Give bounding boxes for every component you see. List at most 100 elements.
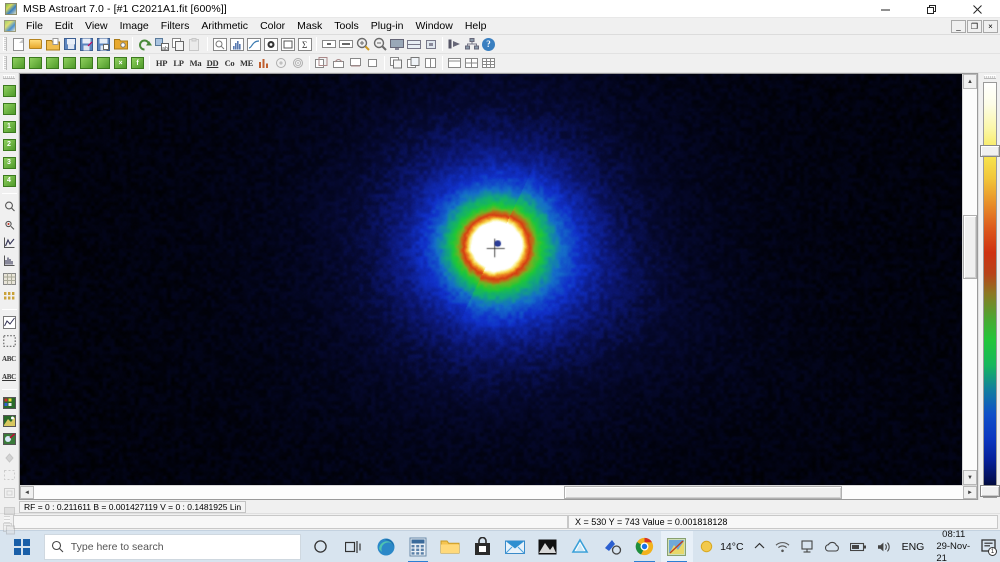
menu-arithmetic[interactable]: Arithmetic bbox=[195, 18, 254, 34]
tool-preset-4-button[interactable]: 4 bbox=[1, 172, 18, 189]
fit-width-icon[interactable] bbox=[320, 36, 337, 53]
taskbar-blue-app[interactable] bbox=[596, 531, 628, 562]
tile-grid-icon[interactable] bbox=[480, 55, 497, 72]
menu-help[interactable]: Help bbox=[459, 18, 493, 34]
color-picker-icon[interactable] bbox=[1, 430, 18, 447]
scroll-right-button[interactable]: ► bbox=[963, 486, 977, 499]
undo-arrow-icon[interactable] bbox=[136, 36, 153, 53]
tool-flip-button[interactable] bbox=[1, 100, 18, 117]
preview-icon[interactable] bbox=[211, 36, 228, 53]
palette-grip[interactable] bbox=[983, 75, 996, 79]
windows-start-icon[interactable] bbox=[0, 531, 44, 562]
onedrive-icon[interactable] bbox=[795, 531, 819, 562]
duplicate-icon[interactable] bbox=[388, 55, 405, 72]
taskbar-file-explorer[interactable] bbox=[434, 531, 466, 562]
abc-text-icon[interactable]: ABC bbox=[1, 350, 18, 367]
resize-icon[interactable] bbox=[1, 484, 18, 501]
copy-icon[interactable] bbox=[170, 36, 187, 53]
taskbar-store[interactable] bbox=[467, 531, 499, 562]
sigma-icon[interactable]: Σ bbox=[296, 36, 313, 53]
profile-graph-icon[interactable] bbox=[1, 234, 18, 251]
lut-white-point-handle[interactable] bbox=[979, 145, 1000, 158]
digital-development-button[interactable]: DD bbox=[204, 55, 221, 72]
photometry-icon[interactable] bbox=[262, 36, 279, 53]
menu-color[interactable]: Color bbox=[254, 18, 291, 34]
vscroll-thumb[interactable] bbox=[963, 214, 977, 280]
minimize-icon[interactable] bbox=[862, 0, 908, 18]
taskbar-photo-viewer[interactable] bbox=[531, 531, 563, 562]
star-marker-icon[interactable] bbox=[1, 216, 18, 233]
mdi-minimize-button[interactable]: _ bbox=[951, 20, 966, 33]
star-blur-icon[interactable] bbox=[272, 55, 289, 72]
mdi-restore-button[interactable]: ❐ bbox=[967, 20, 982, 33]
menu-plugin[interactable]: Plug-in bbox=[365, 18, 410, 34]
chart-icon[interactable] bbox=[1, 314, 18, 331]
maximum-entropy-button[interactable]: ME bbox=[238, 55, 255, 72]
wifi-icon[interactable] bbox=[770, 531, 795, 562]
abc-annotate-icon[interactable]: ABC bbox=[1, 368, 18, 385]
image-horizontal-scrollbar[interactable]: ◄ ► bbox=[20, 485, 977, 499]
calibrate-6-button[interactable] bbox=[95, 55, 112, 72]
network-icon[interactable] bbox=[463, 36, 480, 53]
cascade-icon[interactable] bbox=[446, 55, 463, 72]
calibrate-3-button[interactable] bbox=[44, 55, 61, 72]
menu-mask[interactable]: Mask bbox=[291, 18, 328, 34]
calibrate-4-button[interactable] bbox=[61, 55, 78, 72]
curve-icon[interactable] bbox=[245, 36, 262, 53]
low-pass-filter-button[interactable]: LP bbox=[170, 55, 187, 72]
taskbar-mail[interactable] bbox=[499, 531, 531, 562]
crop-icon[interactable] bbox=[1, 466, 18, 483]
menu-window[interactable]: Window bbox=[409, 18, 458, 34]
language-indicator[interactable]: ENG bbox=[897, 531, 930, 562]
taskbar-drive[interactable] bbox=[564, 531, 596, 562]
taskbar-clock[interactable]: 08:11 29-Nov-21 bbox=[929, 529, 978, 562]
layers-icon[interactable] bbox=[405, 55, 422, 72]
maximum-filter-button[interactable]: Ma bbox=[187, 55, 204, 72]
save-all-button[interactable] bbox=[95, 36, 112, 53]
histogram-icon[interactable] bbox=[228, 36, 245, 53]
menu-file[interactable]: File bbox=[20, 18, 49, 34]
scroll-down-button[interactable]: ▼ bbox=[963, 470, 977, 485]
calibrate-1-button[interactable] bbox=[10, 55, 27, 72]
tile-h-icon[interactable] bbox=[463, 55, 480, 72]
task-view-icon[interactable] bbox=[337, 531, 369, 562]
mdi-close-button[interactable]: × bbox=[983, 20, 998, 33]
weather-widget[interactable]: 14°C bbox=[693, 531, 748, 562]
tool-preset-1-button[interactable]: 1 bbox=[1, 118, 18, 135]
new-file-button[interactable] bbox=[10, 36, 27, 53]
ellipse-select-icon[interactable] bbox=[330, 55, 347, 72]
aperture-icon[interactable] bbox=[1, 198, 18, 215]
bar-levels-icon[interactable] bbox=[255, 55, 272, 72]
pixel-table-icon[interactable] bbox=[1, 270, 18, 287]
lut-palette-strip[interactable] bbox=[979, 82, 1000, 498]
cortana-circle-icon[interactable] bbox=[305, 531, 337, 562]
help-question-icon[interactable]: ? bbox=[480, 36, 497, 53]
toolbar-grip[interactable] bbox=[3, 56, 7, 70]
close-icon[interactable] bbox=[954, 0, 1000, 18]
frame-icon[interactable] bbox=[279, 36, 296, 53]
monitor-icon[interactable] bbox=[388, 36, 405, 53]
polygon-select-icon[interactable] bbox=[347, 55, 364, 72]
restore-icon[interactable] bbox=[908, 0, 954, 18]
rect-select-icon[interactable] bbox=[313, 55, 330, 72]
tile-icon[interactable] bbox=[405, 36, 422, 53]
save-button[interactable] bbox=[61, 36, 78, 53]
zoom-in-icon[interactable] bbox=[354, 36, 371, 53]
notification-icon[interactable]: 1 bbox=[978, 531, 1000, 562]
search-input[interactable]: Type here to search bbox=[43, 533, 301, 560]
high-pass-filter-button[interactable]: HP bbox=[153, 55, 170, 72]
cloud-icon[interactable] bbox=[819, 531, 845, 562]
speaker-icon[interactable] bbox=[872, 531, 897, 562]
toolbar-grip[interactable] bbox=[3, 37, 7, 51]
calibrate-7-button[interactable]: × bbox=[112, 55, 129, 72]
battery-icon[interactable] bbox=[845, 531, 872, 562]
menu-image[interactable]: Image bbox=[114, 18, 155, 34]
hscroll-thumb[interactable] bbox=[563, 486, 843, 499]
taskbar-chrome[interactable] bbox=[628, 531, 660, 562]
menu-edit[interactable]: Edit bbox=[49, 18, 79, 34]
color-palette-icon[interactable] bbox=[1, 394, 18, 411]
paste-icon[interactable] bbox=[187, 36, 204, 53]
scroll-up-button[interactable]: ▲ bbox=[963, 74, 977, 89]
tray-chevron-icon[interactable] bbox=[749, 531, 770, 562]
color-balance-icon[interactable] bbox=[1, 412, 18, 429]
